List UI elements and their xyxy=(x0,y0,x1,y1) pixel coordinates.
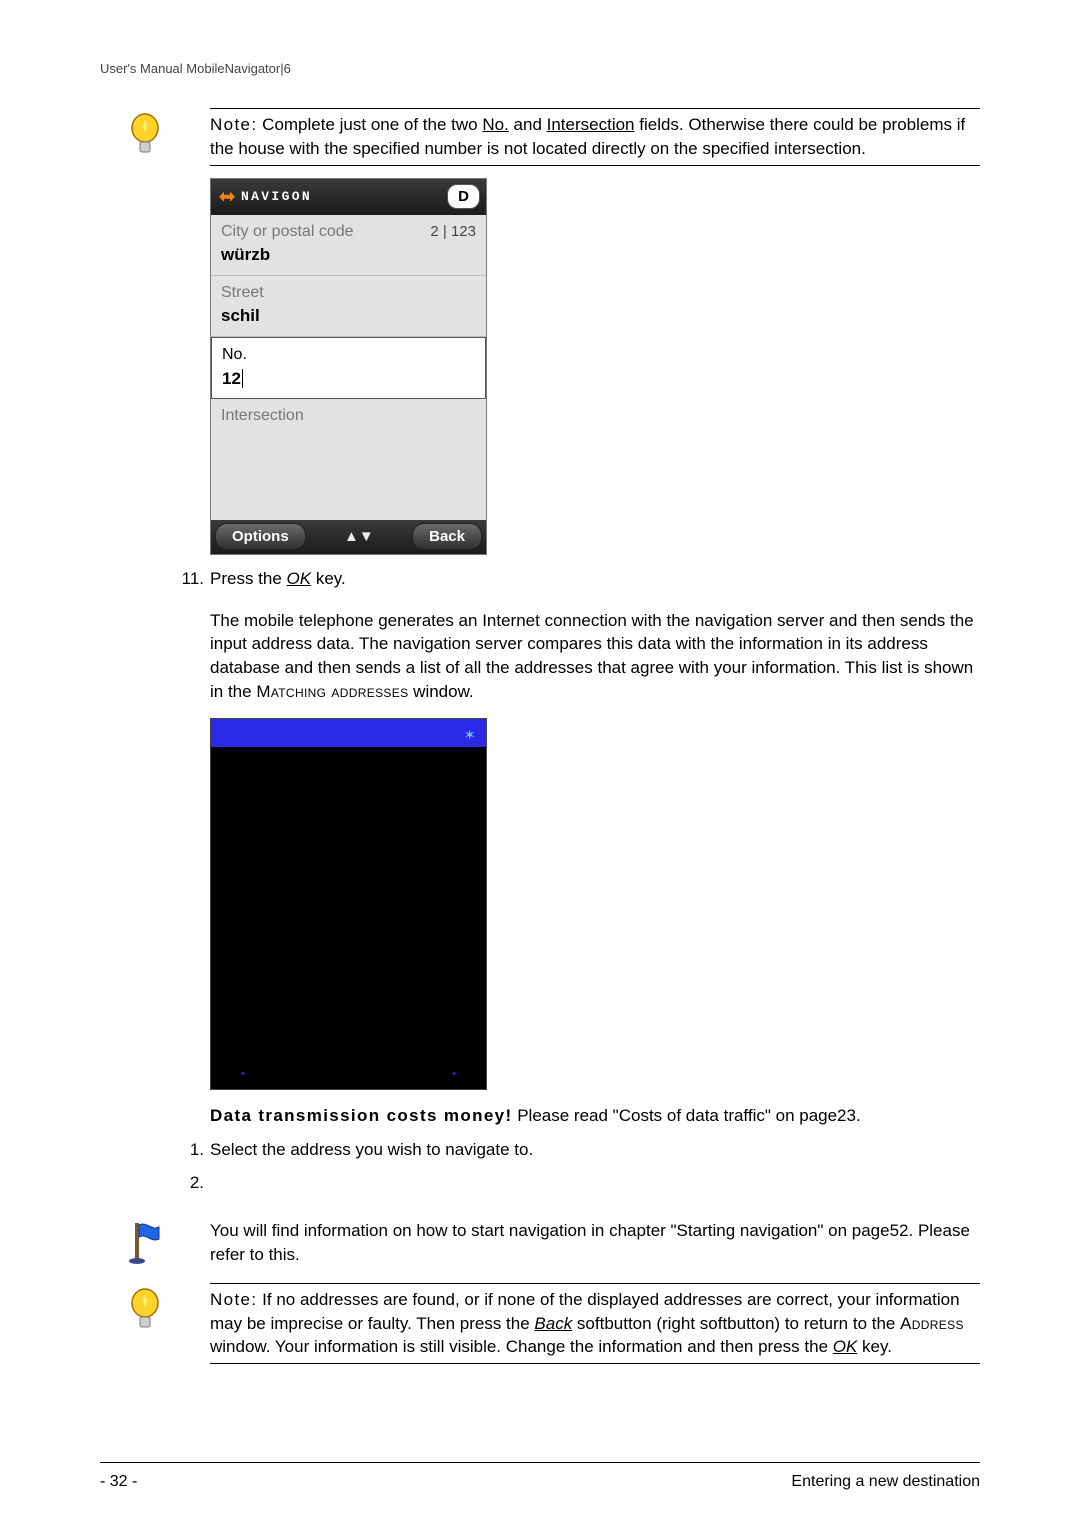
back-softbutton-link: Back xyxy=(534,1314,572,1333)
intersection-field-link: Intersection xyxy=(547,115,635,134)
phone-titlebar: NAVIGON D xyxy=(211,179,486,215)
cost-lead: Data transmission costs money! xyxy=(210,1106,513,1125)
start-navigation-reference: You will find information on how to star… xyxy=(210,1219,980,1267)
back-softkey[interactable]: Back xyxy=(412,523,482,550)
no-label: No. xyxy=(222,344,475,366)
section-title: Entering a new destination xyxy=(791,1471,980,1493)
no-value: 12 xyxy=(222,367,475,391)
matching-addresses-loading-screen: ✶ •• xyxy=(210,718,487,1090)
street-label: Street xyxy=(221,282,476,304)
address-window: Address xyxy=(900,1314,964,1333)
step-1-number: 1. xyxy=(170,1138,204,1162)
dpad-icon: ▲▼ xyxy=(344,526,374,547)
country-button[interactable]: D xyxy=(447,184,480,209)
navigon-logo: NAVIGON xyxy=(217,187,312,207)
intersection-label: Intersection xyxy=(221,405,476,427)
note-block-2: Note: If no addresses are found, or if n… xyxy=(210,1283,980,1364)
step-2-number: 2. xyxy=(170,1171,204,1195)
matching-addresses-window: Matching addresses xyxy=(256,682,408,701)
note2-b: softbutton (right softbutton) to return … xyxy=(572,1314,900,1333)
note2-lead: Note: xyxy=(210,1290,257,1309)
city-field[interactable]: 2 | 123 City or postal code würzb xyxy=(211,215,486,276)
page-footer: - 32 - Entering a new destination xyxy=(100,1462,980,1493)
step-11: 11. Press the OK key. xyxy=(170,567,980,591)
ok-key-link-2: OK xyxy=(833,1337,858,1356)
intersection-value xyxy=(221,428,476,452)
step-2: 2. xyxy=(170,1171,980,1195)
tip-bulb-icon xyxy=(127,1287,163,1333)
phone-softkey-bar: Options ▲▼ Back xyxy=(211,520,486,554)
loading-spinner-icon: ✶ xyxy=(211,725,486,746)
server-paragraph: The mobile telephone generates an Intern… xyxy=(210,609,980,704)
city-suggestion-count: 2 | 123 xyxy=(430,221,476,242)
page-number: - 32 - xyxy=(100,1471,137,1493)
loading-softkey-hints: •• xyxy=(211,1067,486,1088)
step-11-number: 11. xyxy=(170,567,204,591)
step-11b: key. xyxy=(311,569,346,588)
house-number-field[interactable]: No. 12 xyxy=(211,337,486,399)
street-value: schil xyxy=(221,304,476,328)
tip-bulb-icon xyxy=(127,112,163,158)
cost-warning: Data transmission costs money! Please re… xyxy=(210,1104,980,1128)
page-header: User's Manual MobileNavigator|6 xyxy=(100,60,980,78)
note-block-1: Note: Complete just one of the two No. a… xyxy=(210,108,980,166)
note-lead: Note: xyxy=(210,115,257,134)
note2-c: window. Your information is still visibl… xyxy=(210,1337,833,1356)
navigon-arrow-icon xyxy=(217,187,237,207)
note1-and: and xyxy=(509,115,547,134)
step-1: 1. Select the address you wish to naviga… xyxy=(170,1138,980,1162)
step-11a: Press the xyxy=(210,569,287,588)
city-value: würzb xyxy=(221,243,476,267)
cost-body: Please read "Costs of data traffic" on p… xyxy=(513,1106,861,1125)
address-input-screen: NAVIGON D 2 | 123 City or postal code wü… xyxy=(210,178,487,555)
street-field[interactable]: Street schil xyxy=(211,276,486,337)
ok-key-link: OK xyxy=(287,569,312,588)
no-field-link: No. xyxy=(482,115,508,134)
options-softkey[interactable]: Options xyxy=(215,523,306,550)
reference-flag-icon xyxy=(127,1219,163,1265)
note2-d: key. xyxy=(857,1337,892,1356)
navigon-brand-text: NAVIGON xyxy=(241,188,312,206)
intersection-field[interactable]: Intersection xyxy=(211,399,486,459)
step-1-text: Select the address you wish to navigate … xyxy=(210,1138,533,1162)
note1-body1: Complete just one of the two xyxy=(257,115,482,134)
